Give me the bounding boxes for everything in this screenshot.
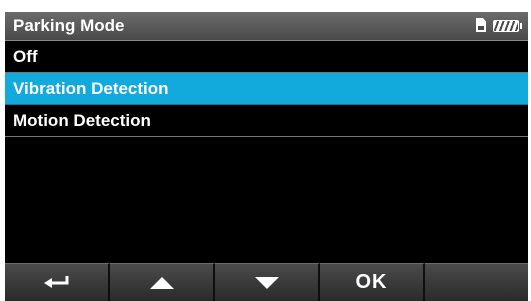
blank-button[interactable] — [425, 263, 528, 301]
arrow-down-icon — [254, 276, 279, 289]
title-bar: Parking Mode — [5, 12, 528, 41]
back-button[interactable] — [5, 263, 110, 301]
down-button[interactable] — [215, 263, 320, 301]
parking-mode-menu: Off Vibration Detection Motion Detection — [5, 41, 528, 137]
return-icon — [43, 275, 68, 288]
arrow-up-icon — [149, 276, 174, 289]
page-title: Parking Mode — [13, 16, 125, 35]
button-bar: OK — [5, 263, 528, 301]
device-screen: Parking Mode Off Vibration Detection Mot… — [5, 12, 528, 301]
menu-item-vibration-detection[interactable]: Vibration Detection — [5, 73, 528, 105]
battery-icon — [493, 20, 522, 32]
sd-card-icon — [476, 18, 486, 32]
menu-item-motion-detection[interactable]: Motion Detection — [5, 105, 528, 137]
menu-item-off[interactable]: Off — [5, 41, 528, 73]
up-button[interactable] — [110, 263, 215, 301]
ok-button[interactable]: OK — [320, 263, 425, 301]
ok-label: OK — [355, 271, 388, 293]
